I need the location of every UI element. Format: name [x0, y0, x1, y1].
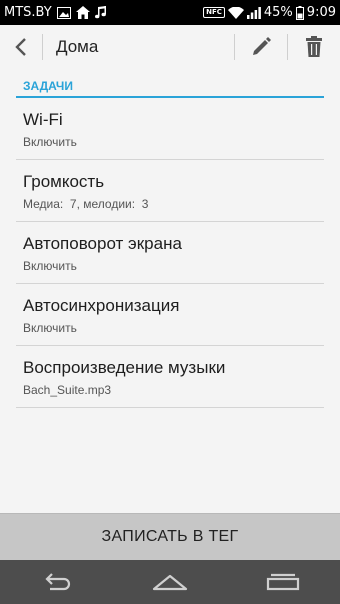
task-title: Автоповорот экрана	[23, 234, 182, 253]
task-subtitle: Включить	[23, 135, 77, 149]
edit-pencil-icon	[253, 37, 271, 55]
delete-button[interactable]	[288, 25, 340, 69]
task-title: Воспроизведение музыки	[23, 358, 226, 377]
image-icon	[56, 6, 71, 19]
task-title: Громкость	[23, 172, 105, 191]
music-note-icon	[94, 6, 107, 19]
task-item-autosync[interactable]: Автосинхронизация Включить	[16, 284, 324, 346]
back-chevron-icon	[15, 38, 26, 56]
navigation-bar	[0, 560, 340, 604]
nav-back-button[interactable]	[27, 560, 87, 604]
carrier-label: MTS.BY	[4, 5, 52, 20]
task-item-autorotate[interactable]: Автоповорот экрана Включить	[16, 222, 324, 284]
task-item-wifi[interactable]: Wi-Fi Включить	[16, 98, 324, 160]
home-icon	[75, 6, 90, 19]
nav-back-icon	[45, 573, 70, 591]
nav-recents-icon	[267, 573, 300, 591]
status-bar: MTS.BY NFC 45% 9:09	[0, 0, 340, 25]
task-title: Автосинхронизация	[23, 296, 180, 315]
signal-icon	[246, 6, 261, 19]
task-subtitle: Bach_Suite.mp3	[23, 383, 112, 397]
section-header-tasks: ЗАДАЧИ	[16, 78, 324, 98]
write-to-tag-button[interactable]: ЗАПИСАТЬ В ТЕГ	[0, 513, 340, 560]
nav-home-button[interactable]	[140, 560, 200, 604]
trash-icon	[306, 36, 322, 57]
clock: 9:09	[306, 5, 336, 20]
nfc-icon: NFC	[203, 7, 225, 18]
battery-percent: 45%	[263, 5, 293, 20]
action-bar: Дома	[0, 25, 340, 69]
task-subtitle: Включить	[23, 259, 77, 273]
page-title: Дома	[56, 37, 99, 56]
nav-home-icon	[152, 574, 188, 591]
battery-icon	[295, 5, 304, 20]
task-item-volume[interactable]: Громкость Медиа: 7, мелодии: 3	[16, 160, 324, 222]
task-list: Wi-Fi Включить Громкость Медиа: 7, мелод…	[16, 98, 324, 408]
task-item-music-playback[interactable]: Воспроизведение музыки Bach_Suite.mp3	[16, 346, 324, 408]
task-title: Wi-Fi	[23, 110, 63, 129]
edit-button[interactable]	[235, 25, 287, 69]
wifi-icon	[227, 6, 244, 19]
nav-recents-button[interactable]	[253, 560, 313, 604]
task-subtitle: Медиа: 7, мелодии: 3	[23, 197, 149, 211]
task-subtitle: Включить	[23, 321, 77, 335]
back-button[interactable]	[0, 25, 42, 69]
